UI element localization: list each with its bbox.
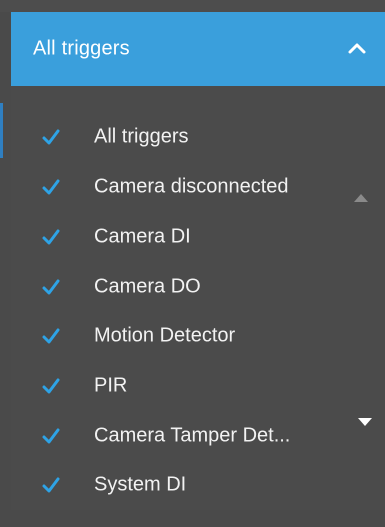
checkmark-icon xyxy=(42,129,60,145)
list-item-camera-do[interactable]: Camera DO xyxy=(11,262,341,312)
list-item-camera-di[interactable]: Camera DI xyxy=(11,212,341,262)
top-strip xyxy=(0,0,385,12)
checkmark-icon xyxy=(42,477,60,493)
checkmark-icon xyxy=(42,328,60,344)
list-item-pir[interactable]: PIR xyxy=(11,361,341,411)
dropdown-selected-label: All triggers xyxy=(33,37,130,60)
scroll-down-arrow-icon[interactable] xyxy=(357,416,373,428)
list-item-label: System DI xyxy=(94,473,187,496)
list-item-label: PIR xyxy=(94,374,128,397)
dropdown-header[interactable]: All triggers xyxy=(11,12,385,86)
list-item-system-di[interactable]: System DI xyxy=(11,460,341,510)
left-accent-bar xyxy=(0,103,3,158)
list-item-label: Camera Tamper Det... xyxy=(94,424,291,447)
checkmark-icon xyxy=(42,179,60,195)
list-item-all-triggers[interactable]: All triggers xyxy=(11,112,341,162)
checkmark-icon xyxy=(42,229,60,245)
trigger-options-list: All triggers Camera disconnected Camera … xyxy=(11,86,385,510)
list-item-label: All triggers xyxy=(94,125,189,148)
list-item-camera-disconnected[interactable]: Camera disconnected xyxy=(11,162,341,212)
list-item-motion-detector[interactable]: Motion Detector xyxy=(11,311,341,361)
checkmark-icon xyxy=(42,378,60,394)
trigger-filter-dropdown: All triggers All triggers Camera disconn… xyxy=(0,0,385,527)
checkmark-icon xyxy=(42,279,60,295)
list-item-label: Camera DI xyxy=(94,225,191,248)
list-item-label: Motion Detector xyxy=(94,324,236,347)
list-item-label: Camera disconnected xyxy=(94,175,289,198)
checkmark-icon xyxy=(42,428,60,444)
chevron-up-icon[interactable] xyxy=(345,37,369,61)
scroll-up-arrow-icon[interactable] xyxy=(353,192,369,204)
list-item-label: Camera DO xyxy=(94,275,201,298)
list-item-camera-tamper-detection[interactable]: Camera Tamper Det... xyxy=(11,411,341,461)
